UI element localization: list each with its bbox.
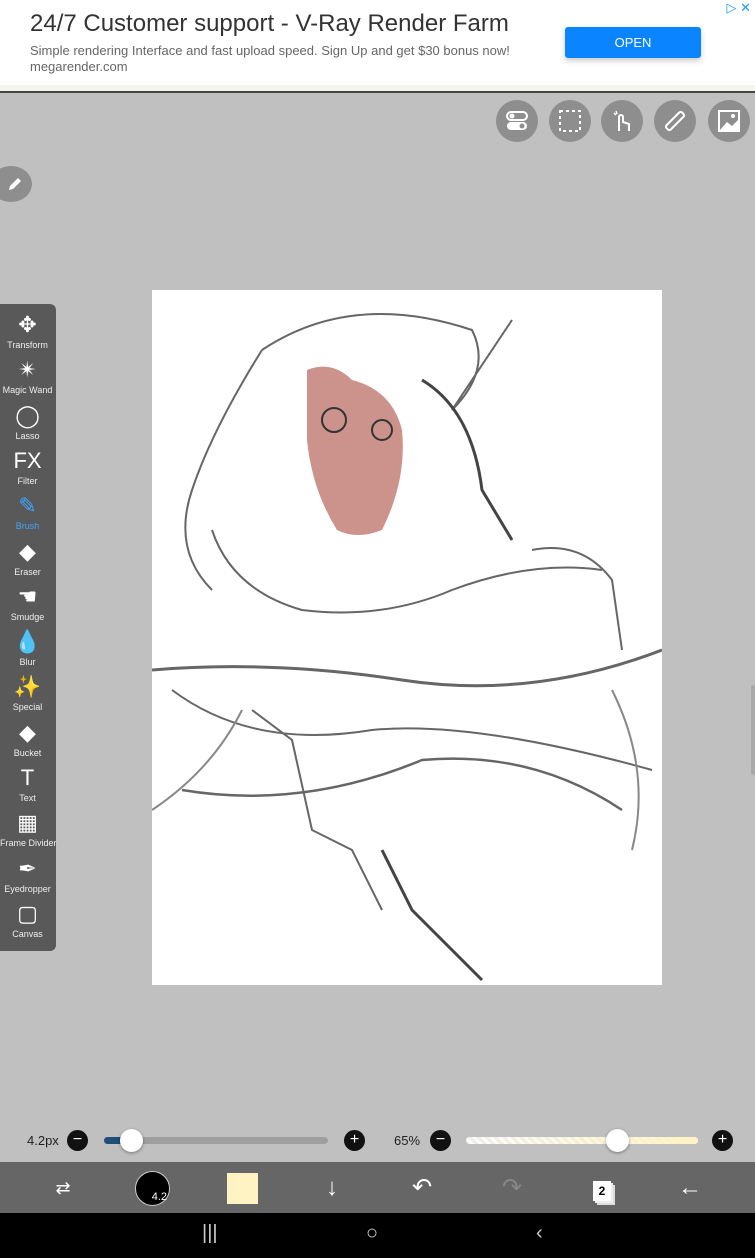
tool-label: Brush — [15, 521, 40, 532]
tool-bucket[interactable]: ◆ Bucket — [0, 718, 55, 763]
smudge-icon: ☚ — [17, 583, 38, 609]
nav-back-button[interactable]: ‹ — [536, 1222, 543, 1245]
toggle-icon — [506, 111, 528, 130]
tool-magic-wand[interactable]: ✴ Magic Wand — [0, 355, 55, 400]
back-button[interactable]: ← — [672, 1170, 708, 1206]
tool-label: Bucket — [13, 747, 42, 758]
text-icon: T — [20, 765, 35, 790]
touch-gesture-button[interactable] — [601, 100, 643, 142]
special-icon: ✨ — [13, 674, 42, 700]
redo-button[interactable]: ↷ — [494, 1170, 530, 1206]
undo-button[interactable]: ↶ — [404, 1170, 440, 1206]
tool-label: Magic Wand — [2, 385, 53, 396]
home-button[interactable]: ○ — [366, 1222, 378, 1245]
opacity-decrease-button[interactable]: − — [430, 1130, 451, 1151]
edit-mode-button[interactable] — [0, 166, 32, 202]
tool-blur[interactable]: 💧 Blur — [0, 627, 55, 672]
tool-lasso[interactable]: ◯ Lasso — [0, 401, 55, 446]
arrow-left-icon: ← — [678, 1174, 702, 1201]
layers-count: 2 — [593, 1181, 611, 1201]
drawing-canvas[interactable] — [151, 290, 663, 985]
canvas-icon: ▢ — [17, 900, 38, 926]
brush-preview-button[interactable]: 4.2 — [135, 1171, 170, 1206]
brush-eraser-swap-icon: ⇄ — [55, 1178, 71, 1198]
opacity-increase-button[interactable]: + — [712, 1130, 733, 1151]
tool-brush[interactable]: ✎ Brush — [0, 491, 55, 536]
tool-label: Special — [12, 702, 43, 713]
opacity-label: 65% — [394, 1133, 421, 1148]
brush-size-decrease-button[interactable]: − — [67, 1130, 88, 1151]
tool-canvas[interactable]: ▢ Canvas — [0, 899, 55, 944]
blur-icon: 💧 — [13, 629, 42, 655]
image-icon — [718, 110, 740, 132]
tool-filter[interactable]: FX Filter — [0, 446, 55, 491]
tool-label: Text — [19, 793, 36, 803]
toggle-settings-button[interactable] — [496, 100, 538, 142]
brush-size-label: 4.2px — [27, 1133, 59, 1148]
tool-label: Frame Divider — [0, 838, 57, 849]
arrow-down-icon: ↓ — [326, 1174, 338, 1201]
opacity-slider[interactable] — [466, 1137, 698, 1144]
hand-tap-icon — [613, 110, 630, 131]
frame-divider-icon: ▦ — [17, 810, 38, 836]
tool-label: Lasso — [15, 430, 40, 441]
tool-label: Smudge — [10, 611, 45, 622]
opacity-slider-knob[interactable] — [605, 1129, 629, 1152]
ad-banner[interactable]: 24/7 Customer support - V-Ray Render Far… — [0, 0, 755, 85]
tool-transform[interactable]: ✥ Transform — [0, 310, 55, 355]
ruler-icon — [664, 110, 686, 132]
sketch-artwork — [151, 313, 663, 982]
tool-label: Blur — [19, 657, 36, 668]
recents-button[interactable]: ||| — [202, 1222, 218, 1245]
ruler-button[interactable] — [654, 100, 696, 142]
tool-frame-divider[interactable]: ▦ Frame Divider — [0, 808, 57, 853]
color-swatch-button[interactable] — [227, 1173, 258, 1204]
tool-eraser[interactable]: ◆ Eraser — [0, 537, 55, 582]
ad-choices-close-icon[interactable]: ▷ ✕ — [726, 0, 751, 16]
pencil-icon — [9, 178, 21, 190]
eraser-icon: ◆ — [19, 538, 36, 564]
undo-icon: ↶ — [411, 1174, 433, 1201]
ad-url[interactable]: megarender.com — [30, 59, 128, 74]
ad-divider — [0, 85, 755, 93]
tool-text[interactable]: T Text — [0, 763, 55, 808]
ad-open-button[interactable]: OPEN — [565, 27, 701, 58]
tool-label: Eyedropper — [4, 883, 51, 894]
tool-label: Canvas — [12, 928, 43, 939]
redo-icon: ↷ — [501, 1174, 523, 1201]
ad-description: Simple rendering Interface and fast uplo… — [30, 43, 510, 58]
brush-icon: ✎ — [18, 493, 37, 519]
tool-label: Transform — [7, 340, 48, 350]
lasso-icon: ◯ — [15, 402, 40, 428]
ad-title[interactable]: 24/7 Customer support - V-Ray Render Far… — [30, 10, 509, 38]
transform-icon: ✥ — [18, 312, 37, 337]
bottom-toolbar — [0, 1162, 755, 1213]
side-panel-handle[interactable] — [751, 685, 755, 775]
download-button[interactable]: ↓ — [314, 1170, 350, 1206]
brush-size-increase-button[interactable]: + — [344, 1130, 365, 1151]
selection-icon — [559, 110, 581, 132]
tool-label: Filter — [17, 475, 38, 486]
filter-icon: FX — [13, 447, 42, 473]
brush-size-slider-knob[interactable] — [119, 1129, 143, 1152]
magic-wand-icon: ✴ — [18, 357, 37, 383]
tool-special[interactable]: ✨ Special — [0, 672, 55, 717]
tool-eyedropper[interactable]: ✒ Eyedropper — [0, 854, 55, 899]
brush-size-preview: 4.2 — [151, 1191, 167, 1203]
bucket-icon: ◆ — [19, 719, 36, 745]
selection-button[interactable] — [549, 100, 591, 142]
eyedropper-icon: ✒ — [18, 855, 37, 881]
swap-brush-eraser-button[interactable]: ⇄ — [45, 1170, 81, 1206]
tool-label: Eraser — [14, 566, 41, 577]
reference-image-button[interactable] — [708, 100, 750, 142]
tool-panel: ✥ Transform ✴ Magic Wand ◯ Lasso FX Filter ✎ Brus… — [0, 304, 57, 951]
layers-button[interactable]: 2 — [584, 1170, 620, 1206]
tool-smudge[interactable]: ☚ Smudge — [0, 582, 55, 627]
